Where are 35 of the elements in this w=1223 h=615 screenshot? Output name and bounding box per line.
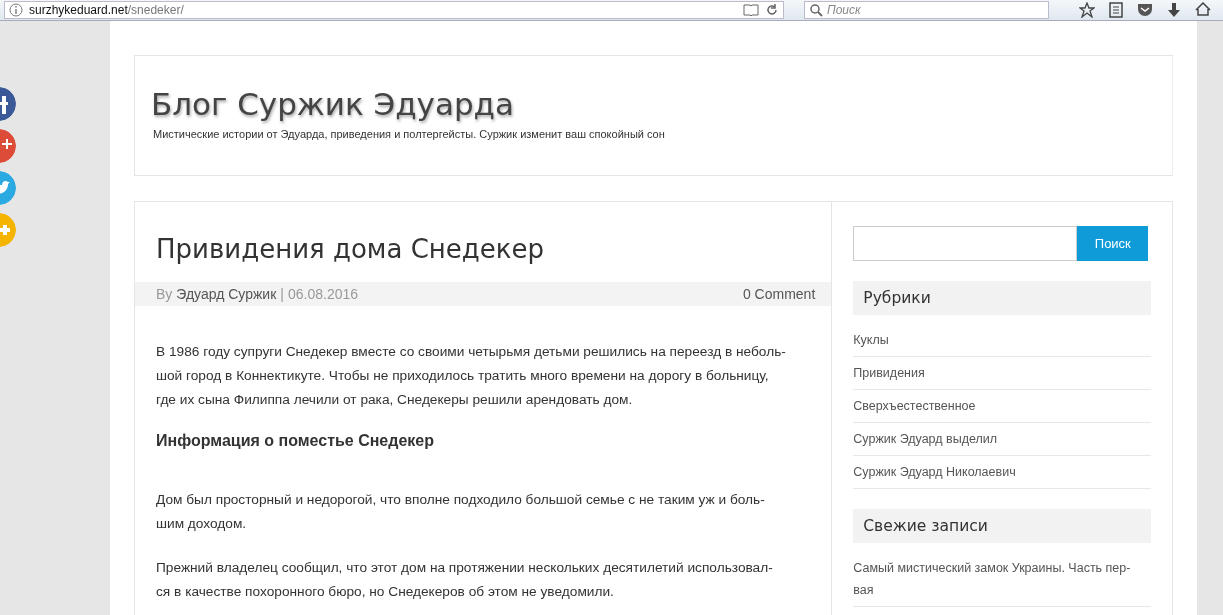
reload-icon[interactable] [765,3,779,17]
search-icon [810,3,823,17]
paragraph: Прежний владелец сообщил, что этот дом на протяжении нескольких десятилетий использовал- ся в качестве похоронного бюро, но Снедекеров об этом не уведомили. [156,559,774,601]
sidebar-link[interactable]: Сверхъестественное [853,390,1151,423]
sidebar-link[interactable]: Куклы [853,319,1151,357]
star-icon[interactable] [1079,2,1095,18]
sidebar-link[interactable]: Самый мистический замок Украины. Часть пер- вая [853,547,1151,607]
post-date: 06.08.2016 [287,286,359,302]
sidebar-link[interactable]: Суржик Эдуард выделил [853,423,1151,456]
section-heading: Информация о поместье Снедекер [156,432,435,450]
address-bar[interactable]: surzhykeduard.net/snedeker/ [4,1,784,19]
url-path: /snedeker/ [127,3,184,17]
post-title: Привидения дома Снедекер [156,234,544,264]
by-label: By [156,286,173,302]
author-link[interactable]: Эдуард Суржик [176,286,277,302]
widget-title: Рубрики [853,281,1151,315]
sidebar-link[interactable]: Привидения [853,357,1151,390]
pocket-icon[interactable] [1137,2,1153,16]
url-host: surzhykeduard.net [29,3,128,17]
search-field[interactable] [853,226,1078,261]
search-field[interactable]: Поиск [804,1,1049,19]
download-icon[interactable] [1167,2,1181,18]
separator: | [280,286,284,302]
comments-link[interactable]: 0 Comment [742,286,816,302]
search-placeholder: Поиск [827,3,861,17]
widget-title: Свежие записи [853,509,1151,543]
list-icon[interactable] [1109,2,1123,18]
home-icon[interactable] [1195,2,1211,16]
sidebar-link[interactable]: Суржик Эдуард Николаевич [853,456,1151,489]
info-icon[interactable] [9,3,23,17]
paragraph: В 1986 году супруги Снедекер вместе со своими четырьмя детьми решились на переезд в неболь- шой город в Коннектикуте. Чтобы не приходилось тратить много времени на дорогу в больницу, где их сына Филиппа лечили от рака, Снедекеры решили арендовать дом. [156,343,787,409]
paragraph: Дом был просторный и недорогой, что вполне подходило большой семье с не таким уж и боль- шим доходом. [156,491,766,533]
site-title[interactable]: Блог Суржик Эдуарда [151,86,515,122]
reader-icon[interactable] [743,4,759,16]
site-tagline: Мистические истории от Эдуарда, приведения и полтергейсты. Суржик изменит ваш спокойный сон [153,128,666,140]
